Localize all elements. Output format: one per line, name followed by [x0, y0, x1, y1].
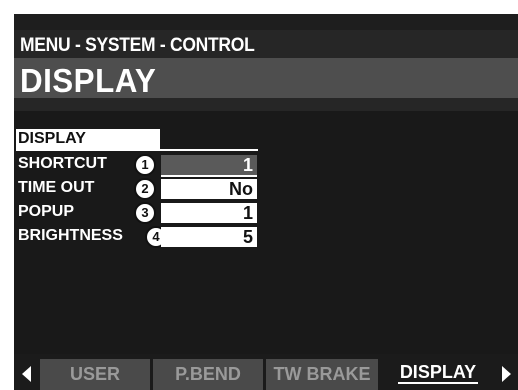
triangle-right-icon[interactable] — [502, 366, 511, 382]
param-label: BRIGHTNESS — [18, 227, 123, 244]
tab-label: USER — [69, 364, 120, 384]
param-label: POPUP — [18, 203, 75, 220]
top-strip — [14, 14, 518, 30]
tab-label: P.BEND — [175, 364, 241, 384]
breadcrumb: MENU - SYSTEM - CONTROL — [20, 35, 255, 56]
number-2-icon: 2 — [134, 178, 156, 200]
param-row-shortcut[interactable]: SHORTCUT 1 1 — [14, 153, 274, 177]
param-value-time-out[interactable]: No — [161, 179, 257, 199]
display-screen: MENU - SYSTEM - CONTROL DISPLAY DISPLAY … — [14, 14, 518, 390]
tab-display[interactable]: DISPLAY — [381, 359, 495, 390]
tab-label: TW BRAKE — [273, 364, 371, 384]
triangle-left-icon[interactable] — [22, 366, 31, 382]
tab-user[interactable]: USER — [40, 359, 150, 390]
param-value-popup[interactable]: 1 — [161, 203, 257, 223]
section-divider — [16, 149, 258, 151]
section-label: DISPLAY — [16, 129, 160, 149]
param-label: TIME OUT — [18, 179, 95, 196]
param-row-brightness[interactable]: BRIGHTNESS 4 5 — [14, 225, 274, 249]
tab-label: DISPLAY — [397, 362, 479, 384]
param-row-popup[interactable]: POPUP 3 1 — [14, 201, 274, 225]
number-3-icon: 3 — [134, 202, 156, 224]
page-title: DISPLAY — [20, 62, 157, 99]
param-row-time-out[interactable]: TIME OUT 2 No — [14, 177, 274, 201]
param-label: SHORTCUT — [18, 155, 107, 172]
param-value-brightness[interactable]: 5 — [161, 227, 257, 247]
tab-p-bend[interactable]: P.BEND — [153, 359, 263, 390]
section-label-text: DISPLAY — [18, 130, 86, 147]
number-1-icon: 1 — [134, 154, 156, 176]
tab-tw-brake[interactable]: TW BRAKE — [266, 359, 378, 390]
param-value-shortcut[interactable]: 1 — [161, 155, 257, 175]
